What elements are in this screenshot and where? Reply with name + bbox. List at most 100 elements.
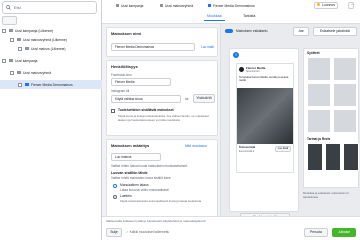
tab-edit[interactable]: Muokkaa <box>204 12 225 21</box>
story-thumb[interactable] <box>307 143 323 171</box>
instagram-label: Instagram-tili <box>111 89 130 93</box>
connect-account-button[interactable]: Yhdistä tili <box>193 94 215 103</box>
cancel-button[interactable]: Peruuta <box>304 228 328 237</box>
tree-item-label: Uusi mainos (Liikenne) <box>31 46 66 51</box>
story-thumb[interactable] <box>325 143 341 171</box>
tree-item-label: Fiercer Media Demomainos <box>31 82 73 87</box>
tree-item-campaign-traffic[interactable]: Uusi kampanja (Liikenne) <box>0 26 102 35</box>
catalog-checkbox-label: Tuoteluettelon sisältävät mainokset <box>118 108 174 112</box>
folder-icon <box>9 29 13 32</box>
breadcrumb-label: Uusi kampanja <box>121 3 144 8</box>
folder-icon <box>116 4 119 7</box>
card-title: Tulossa lisää <box>239 146 256 149</box>
manual-upload-label: Manuaalinen lataus <box>120 183 149 187</box>
cta-button[interactable]: Lue lisää <box>275 146 291 152</box>
instagram-select[interactable]: Käytä valittua sivua <box>111 95 181 103</box>
breadcrumb-ad[interactable]: Fiercer Media Demomainos <box>208 2 255 9</box>
creative-source-desc: Valitse mistä mainosten luova sisältö tu… <box>111 176 171 180</box>
editor-header: Uusi kampanja Uusi mainosryhmä Fiercer M… <box>102 0 360 24</box>
facebook-logo-icon: f <box>233 52 239 58</box>
placement-thumb[interactable] <box>333 83 357 107</box>
save-status-label: Kaikki muutokset tallennettu <box>129 230 170 234</box>
post-text: Tervetuloa Fiercer Media -sivuille ja se… <box>239 76 289 83</box>
creation-hint: Valitse miten haluat luoda mainoksen muo… <box>111 164 188 168</box>
checkbox[interactable] <box>2 58 6 63</box>
editor-footer: Valitsemalla Julkaise hyväksyt Facebooki… <box>102 216 360 240</box>
catalog-checkbox[interactable] <box>111 109 115 113</box>
grid-icon <box>17 71 21 74</box>
story-thumb[interactable] <box>343 143 359 171</box>
placement-thumb[interactable] <box>307 109 331 133</box>
placement-thumb[interactable] <box>333 57 357 81</box>
ad-icon <box>25 47 29 50</box>
preview-note: Muokkaa ja esikatsele mainostasi eri sij… <box>303 191 349 199</box>
section-title: Mainoksen määritys <box>111 143 150 148</box>
publish-disclaimer: Valitsemalla Julkaise hyväksyt Facebooki… <box>106 219 207 223</box>
checkbox[interactable] <box>10 37 14 42</box>
breadcrumb-campaign[interactable]: Uusi kampanja <box>116 2 143 9</box>
preview-toggle-label: Mainoksen esikatselu <box>236 29 268 33</box>
learn-format-link[interactable]: Mitä muodossa <box>185 144 207 148</box>
tree-item-label: Uusi kampanja <box>15 58 38 63</box>
page-avatar <box>239 67 244 72</box>
ad-name-input[interactable]: Fiercer Media Demomainos <box>111 43 195 51</box>
create-template-link[interactable]: Luo malli <box>201 45 214 49</box>
placement-thumb[interactable] <box>307 57 331 81</box>
grid-icon <box>17 38 21 41</box>
checkbox[interactable] <box>10 70 14 75</box>
search-field[interactable]: Etsi <box>2 1 97 14</box>
tree-item-ad-traffic[interactable]: Uusi mainos (Liikenne) <box>0 44 102 53</box>
mock-post: Fiercer Media Sponsoroitu Tervetuloa Fie… <box>236 63 294 173</box>
manual-upload-radio[interactable] <box>113 184 117 188</box>
placement-thumb[interactable] <box>333 109 357 133</box>
facebook-page-label: Facebook-sivu <box>111 73 132 77</box>
facebook-page-select[interactable]: Fiercer Media <box>111 78 171 86</box>
tree-item-adset-traffic[interactable]: Uusi mainosryhmä (Liikenne) <box>0 35 102 44</box>
breadcrumb-adset[interactable]: Uusi mainosryhmä <box>160 2 193 9</box>
checkbox[interactable] <box>18 46 22 51</box>
more-button[interactable]: ··· <box>348 2 354 9</box>
draft-badge[interactable]: Luonnos <box>314 2 339 9</box>
stories-title: Tarinat ja Reels <box>307 137 331 141</box>
tree-item-campaign[interactable]: Uusi kampanja <box>0 56 102 65</box>
preview-share-link-button[interactable]: Esikatsele jakolinkki <box>313 27 357 36</box>
close-button[interactable]: Sulje <box>106 228 122 237</box>
ad-preview-panel: Mainoksen esikatselu Jae Esikatsele jako… <box>220 24 360 222</box>
ad-settings-panel: Mainoksen nimi Fiercer Media Demomainos … <box>102 24 220 219</box>
manual-upload-desc: Lataa kuva tai video manuaalisesti <box>120 188 169 192</box>
preview-toggle[interactable] <box>225 29 233 33</box>
card-url: fiercermedia.fi <box>239 150 255 153</box>
section-title: Henkilöllisyys <box>111 64 138 69</box>
tab-review[interactable]: Tarkista <box>240 12 258 21</box>
identity-section: Henkilöllisyys Facebook-sivu Fiercer Med… <box>106 60 218 136</box>
publish-button[interactable]: Julkaise <box>332 228 356 237</box>
folder-icon <box>9 59 13 62</box>
placement-thumb[interactable] <box>307 83 331 107</box>
feed-preview-card: f Fiercer Media Sponsoroitu Tervetuloa F… <box>229 48 299 222</box>
post-sponsored: Sponsoroitu <box>246 70 260 73</box>
catalog-radio[interactable] <box>113 195 117 199</box>
breadcrumb-label: Fiercer Media Demomainos <box>213 3 255 8</box>
grid-icon <box>160 4 163 7</box>
tree-item-ad-selected[interactable]: Fiercer Media Demomainos <box>0 80 102 89</box>
creation-select[interactable]: Luo mainos <box>111 153 161 161</box>
breadcrumb-label: Uusi mainosryhmä <box>165 3 194 8</box>
feeds-title: Syötteet <box>307 51 320 55</box>
ad-icon <box>25 83 29 86</box>
ad-setup-section: Mainoksen määritys Mitä muodossa Luo mai… <box>106 139 218 219</box>
tab-label: Muokkaa <box>207 14 222 18</box>
placements-panel: Syötteet Tarinat ja Reels <box>303 48 359 188</box>
search-icon <box>6 5 11 10</box>
tree-item-adset[interactable]: Uusi mainosryhmä <box>0 68 102 77</box>
or-label: tai <box>185 97 189 101</box>
share-dropdown[interactable]: Jae <box>293 27 309 36</box>
collapse-tree-button[interactable] <box>2 16 17 25</box>
campaign-tree-panel: Etsi Uusi kampanja (Liikenne) Uusi maino… <box>0 0 102 240</box>
ad-icon <box>208 4 211 7</box>
ad-name-section: Mainoksen nimi Fiercer Media Demomainos … <box>106 27 218 57</box>
checkbox[interactable] <box>2 28 6 33</box>
search-placeholder: Etsi <box>14 5 21 10</box>
post-image <box>237 88 293 144</box>
checkbox[interactable] <box>18 82 22 87</box>
creative-source-title: Luovan sisällön lähde <box>111 171 148 175</box>
